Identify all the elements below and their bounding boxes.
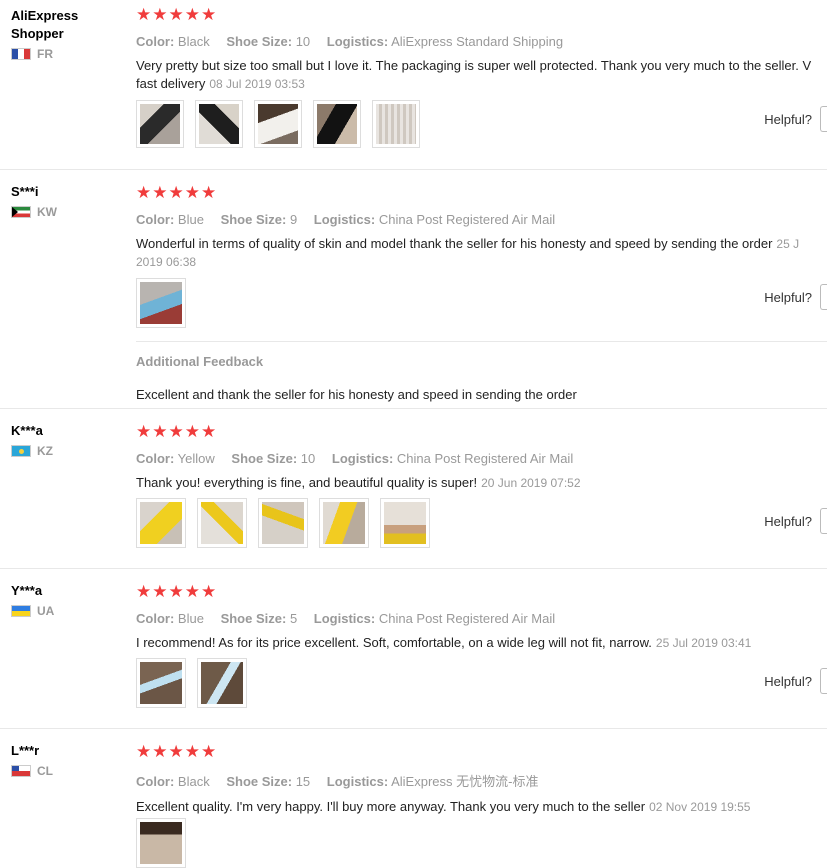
rating-stars: ★★★★★ [136,422,218,441]
review-date: 02 Nov 2019 19:55 [649,800,751,814]
flag-kw-icon [11,206,31,218]
order-info: Color: Blue Shoe Size: 5 Logistics: Chin… [136,611,556,626]
rating-stars: ★★★★★ [136,582,218,601]
review-photo[interactable] [197,658,247,708]
reviewer-country: CL [11,764,121,778]
review-item: Y***a UA ★★★★★ Color: Blue Shoe Size: 5 … [0,568,827,729]
review-date: 25 Jul 2019 03:41 [655,636,752,650]
review-photo[interactable] [380,498,430,548]
order-info: Color: Blue Shoe Size: 9 Logistics: Chin… [136,212,556,227]
review-photo[interactable] [136,658,186,708]
review-text: Thank you! everything is fine, and beaut… [136,475,581,490]
reviewer-country: UA [11,604,121,618]
review-photo[interactable] [372,100,420,148]
review-photo[interactable] [319,498,369,548]
reviewer-name: K***a [11,423,43,438]
additional-feedback: Additional Feedback Excellent and thank … [136,341,827,402]
helpful-button[interactable] [820,668,827,694]
helpful-control: Helpful? [764,668,827,694]
review-photo[interactable] [254,100,302,148]
reviewer-name: S***i [11,184,39,199]
helpful-control: Helpful? [764,106,827,132]
helpful-button[interactable] [820,284,827,310]
review-item: AliExpress Shopper FR ★★★★★ Color: Black… [0,0,827,170]
reviewer-name: AliExpress Shopper [11,8,79,41]
review-photo[interactable] [136,498,186,548]
review-photos [136,100,420,148]
review-item: S***i KW ★★★★★ Color: Blue Shoe Size: 9 … [0,169,827,409]
review-photos [136,818,186,868]
order-info: Color: Yellow Shoe Size: 10 Logistics: C… [136,451,574,466]
review-photos [136,278,186,328]
helpful-control: Helpful? [764,284,827,310]
helpful-button[interactable] [820,106,827,132]
additional-feedback-text: Excellent and thank the seller for his h… [136,387,577,402]
review-photo[interactable] [197,498,247,548]
review-text: Very pretty but size too small but I lov… [136,58,812,73]
reviewer-name: Y***a [11,583,43,598]
review-text: Wonderful in terms of quality of skin an… [136,236,800,251]
review-text: Excellent quality. I'm very happy. I'll … [136,799,751,814]
rating-stars: ★★★★★ [136,5,218,24]
review-photo[interactable] [136,100,184,148]
rating-stars: ★★★★★ [136,183,218,202]
review-photo[interactable] [136,818,186,868]
review-photo[interactable] [195,100,243,148]
helpful-button[interactable] [820,508,827,534]
reviewer-country: FR [11,47,121,61]
flag-kz-icon [11,445,31,457]
review-text: I recommend! As for its price excellent.… [136,635,752,650]
flag-fr-icon [11,48,31,60]
review-photo[interactable] [258,498,308,548]
review-photos [136,498,430,548]
order-info: Color: Black Shoe Size: 10 Logistics: Al… [136,34,564,49]
reviewer-country: KW [11,205,121,219]
flag-cl-icon [11,765,31,777]
reviewer-country: KZ [11,444,121,458]
review-date: 20 Jun 2019 07:52 [481,476,581,490]
order-info: Color: Black Shoe Size: 15 Logistics: Al… [136,774,539,789]
helpful-control: Helpful? [764,508,827,534]
review-photo[interactable] [313,100,361,148]
reviewer-name: L***r [11,743,40,758]
review-item: L***r CL ★★★★★ Color: Black Shoe Size: 1… [0,728,827,868]
review-date: 25 J [776,237,800,251]
review-date: 08 Jul 2019 03:53 [209,77,305,91]
review-photo[interactable] [136,278,186,328]
review-photos [136,658,247,708]
flag-ua-icon [11,605,31,617]
additional-feedback-title: Additional Feedback [136,354,264,369]
rating-stars: ★★★★★ [136,742,218,761]
review-item: K***a KZ ★★★★★ Color: Yellow Shoe Size: … [0,408,827,569]
